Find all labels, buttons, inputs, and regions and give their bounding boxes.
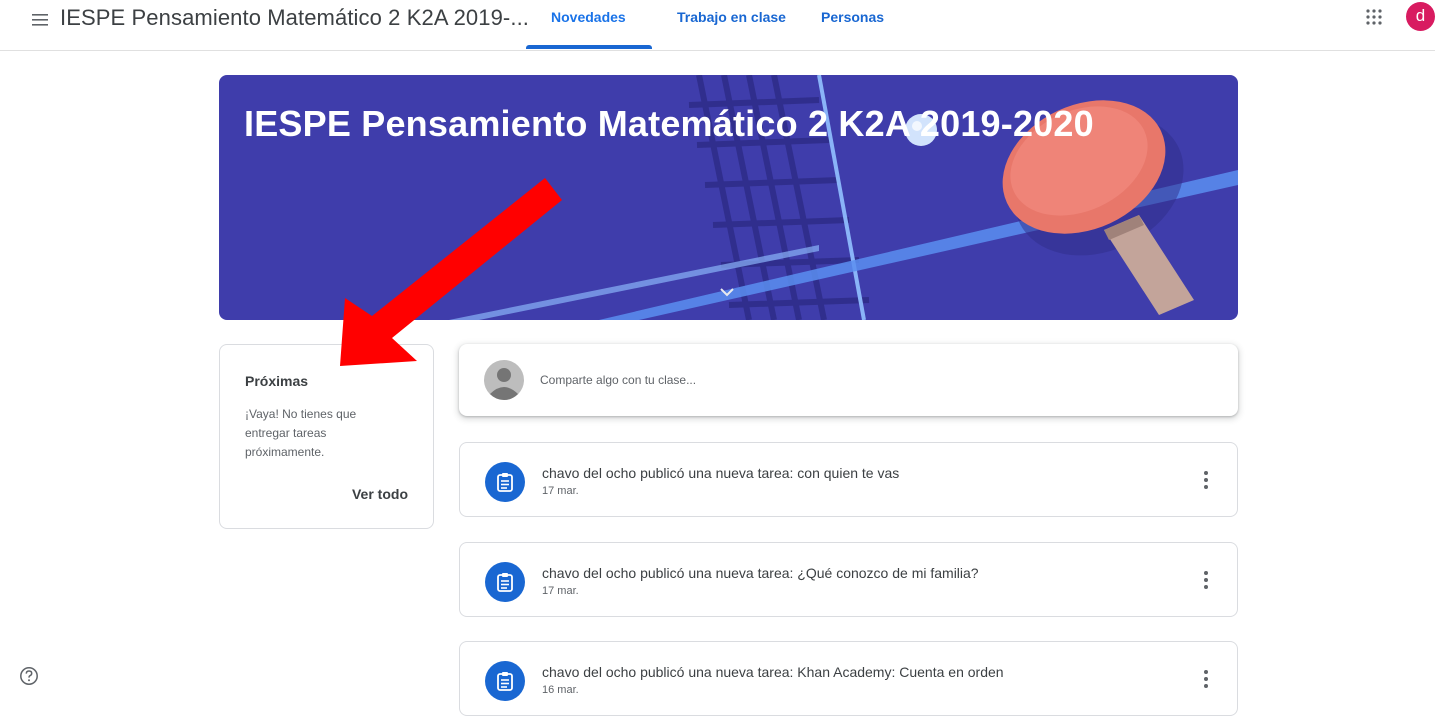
stream-post[interactable]: chavo del ocho publicó una nueva tarea: …	[459, 442, 1238, 517]
stream-post[interactable]: chavo del ocho publicó una nueva tarea: …	[459, 641, 1238, 716]
top-app-bar: IESPE Pensamiento Matemático 2 K2A 2019-…	[0, 0, 1435, 51]
tab-novedades[interactable]: Novedades	[551, 9, 626, 25]
more-options-icon[interactable]	[1203, 669, 1209, 689]
banner-title: IESPE Pensamiento Matemático 2 K2A 2019-…	[244, 103, 1094, 144]
post-date: 17 mar.	[542, 485, 579, 497]
chevron-down-icon[interactable]	[719, 286, 735, 298]
assignment-icon	[485, 562, 525, 602]
post-title: chavo del ocho publicó una nueva tarea: …	[542, 465, 900, 481]
tab-trabajo-en-clase[interactable]: Trabajo en clase	[677, 9, 786, 25]
share-with-class-box[interactable]: Comparte algo con tu clase...	[459, 344, 1238, 416]
active-tab-indicator	[526, 45, 652, 49]
class-title[interactable]: IESPE Pensamiento Matemático 2 K2A 2019-…	[60, 5, 529, 31]
post-date: 16 mar.	[542, 684, 579, 696]
upcoming-empty-message: ¡Vaya! No tienes que entregar tareas pró…	[245, 407, 357, 459]
view-all-link[interactable]: Ver todo	[352, 486, 408, 502]
post-title: chavo del ocho publicó una nueva tarea: …	[542, 565, 979, 581]
assignment-icon	[485, 661, 525, 701]
help-icon[interactable]	[19, 666, 39, 686]
apps-grid-icon[interactable]	[1364, 7, 1384, 27]
upcoming-title: Próximas	[245, 373, 309, 389]
assignment-icon	[485, 462, 525, 502]
more-options-icon[interactable]	[1203, 470, 1209, 490]
account-avatar[interactable]: d	[1406, 2, 1435, 31]
post-title: chavo del ocho publicó una nueva tarea: …	[542, 664, 1004, 680]
stream-post[interactable]: chavo del ocho publicó una nueva tarea: …	[459, 542, 1238, 617]
post-date: 17 mar.	[542, 585, 579, 597]
tab-personas[interactable]: Personas	[821, 9, 884, 25]
hamburger-menu-icon[interactable]	[29, 9, 51, 31]
red-arrow-annotation	[340, 178, 562, 366]
more-options-icon[interactable]	[1203, 570, 1209, 590]
